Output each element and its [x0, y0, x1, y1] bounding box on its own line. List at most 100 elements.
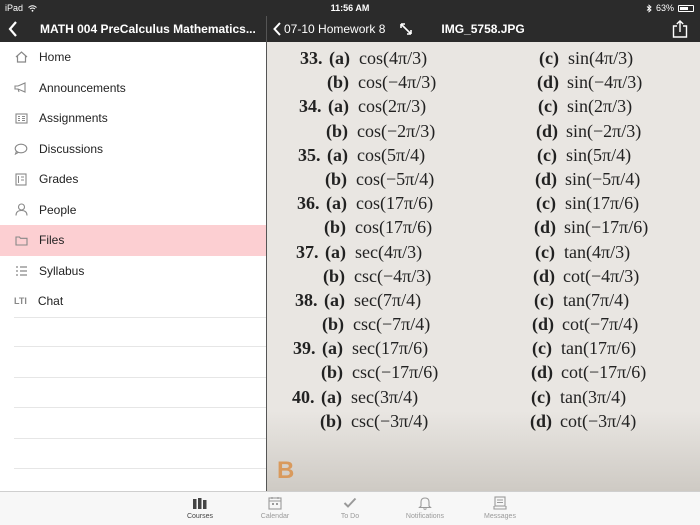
part-label: (c)	[538, 96, 558, 117]
problem-row: 35. (a) cos(5π/4) (c) sin(5π/4)	[267, 145, 700, 169]
problem-row: (b) cos(17π/6) (d) sin(−17π/6)	[267, 217, 700, 241]
problem-expression: tan(3π/4)	[560, 386, 627, 407]
file-header: 07-10 Homework 8 IMG_5758.JPG	[267, 16, 700, 42]
part-label: (b)	[325, 168, 347, 189]
folder-icon	[14, 233, 28, 247]
part-label: (b)	[323, 265, 345, 286]
folder-back-button[interactable]: 07-10 Homework 8	[273, 22, 385, 36]
part-label: (d)	[530, 410, 552, 431]
problem-expression: sin(17π/6)	[565, 193, 640, 214]
problem-expression: cos(5π/4)	[357, 144, 426, 165]
sidebar-item-discussions[interactable]: Discussions	[0, 134, 266, 165]
sidebar-item-syllabus[interactable]: Syllabus	[0, 256, 266, 287]
tab-messages[interactable]: Messages	[470, 495, 530, 520]
problem-expression: sec(3π/4)	[351, 386, 419, 407]
problem-expression: sec(17π/6)	[352, 338, 429, 359]
part-label: (c)	[537, 144, 557, 165]
part-label: (b)	[327, 72, 349, 93]
part-label: (d)	[533, 265, 555, 286]
tab-courses[interactable]: Courses	[170, 495, 230, 520]
tab-label: Notifications	[405, 513, 445, 520]
sidebar-item-home[interactable]: Home	[0, 42, 266, 73]
part-label: (d)	[537, 72, 559, 93]
tab-label: Calendar	[260, 513, 290, 520]
problem-row: (b) cos(−4π/3) (d) sin(−4π/3)	[267, 72, 700, 96]
problem-row: 37. (a) sec(4π/3) (c) tan(4π/3)	[267, 242, 700, 266]
problem-expression: sin(−5π/4)	[565, 168, 641, 189]
part-label: (b)	[324, 217, 346, 238]
sidebar-item-grades[interactable]: Grades	[0, 164, 266, 195]
part-label: (c)	[535, 241, 555, 262]
sidebar-item-label: Discussions	[39, 141, 104, 156]
problem-number: 35.	[298, 144, 321, 165]
tab-notifications[interactable]: Notifications	[395, 495, 455, 520]
problem-row: 40. (a) sec(3π/4) (c) tan(3π/4)	[267, 387, 700, 411]
sidebar-item-assignments[interactable]: Assignments	[0, 103, 266, 134]
sidebar-item-label: Announcements	[39, 80, 126, 95]
problem-expression: csc(−17π/6)	[352, 362, 439, 383]
part-label: (c)	[539, 48, 559, 68]
part-label: (d)	[531, 362, 553, 383]
problem-number: 37.	[296, 241, 319, 262]
tab-calendar[interactable]: Calendar	[245, 495, 305, 520]
problem-number: 34.	[299, 96, 322, 117]
sidebar-item-label: Files	[39, 233, 65, 248]
status-bar: iPad 11:56 AM 63%	[0, 0, 700, 16]
problem-expression: sin(−2π/3)	[566, 120, 642, 141]
problem-number: 40.	[292, 386, 315, 407]
sidebar-item-people[interactable]: People	[0, 195, 266, 226]
sidebar-item-files[interactable]: Files	[0, 225, 266, 256]
problem-row: (b) csc(−17π/6) (d) cot(−17π/6)	[267, 362, 700, 386]
problem-expression: cot(−17π/6)	[561, 362, 647, 383]
problem-expression: sin(4π/3)	[568, 48, 634, 68]
problem-expression: csc(−7π/4)	[353, 314, 431, 335]
problem-expression: sin(−17π/6)	[564, 217, 649, 238]
tab-todo[interactable]: To Do	[320, 495, 380, 520]
part-label: (c)	[531, 386, 551, 407]
problem-row: (b) cos(−2π/3) (d) sin(−2π/3)	[267, 121, 700, 145]
chevron-left-icon	[273, 22, 281, 36]
part-label: (a)	[322, 338, 343, 359]
problem-expression: cos(17π/6)	[356, 193, 434, 214]
part-label: (b)	[322, 314, 344, 335]
problem-expression: cos(−2π/3)	[357, 120, 436, 141]
file-name: IMG_5758.JPG	[441, 22, 525, 36]
problem-row: 33. (a) cos(4π/3) (c) sin(4π/3)	[267, 48, 700, 72]
sidebar-item-label: Syllabus	[39, 263, 85, 278]
problem-expression: cos(2π/3)	[358, 96, 427, 117]
problem-expression: cot(−3π/4)	[560, 410, 637, 431]
problem-row: (b) cos(−5π/4) (d) sin(−5π/4)	[267, 169, 700, 193]
part-label: (d)	[536, 120, 558, 141]
corner-mark: B	[277, 457, 295, 484]
expand-icon[interactable]	[399, 22, 413, 36]
assignment-icon	[14, 111, 28, 125]
problem-number: 39.	[293, 338, 316, 359]
tab-label: To Do	[340, 513, 360, 520]
problem-row: (b) csc(−4π/3) (d) cot(−4π/3)	[267, 266, 700, 290]
problem-number: 38.	[295, 289, 318, 310]
back-button[interactable]	[0, 16, 26, 42]
list-icon	[14, 264, 28, 278]
image-viewer[interactable]: 33. (a) cos(4π/3) (c) sin(4π/3) (b) cos(−4π/3)…	[267, 42, 700, 491]
problem-expression: tan(4π/3)	[564, 241, 631, 262]
problem-expression: cos(4π/3)	[359, 48, 428, 68]
tab-label: Courses	[186, 513, 214, 520]
sidebar-item-chat[interactable]: LTI Chat	[0, 286, 266, 317]
part-label: (a)	[324, 289, 345, 310]
person-icon	[14, 203, 28, 217]
problem-number: 33.	[300, 48, 323, 68]
course-title: MATH 004 PreCalculus Mathematics...	[40, 22, 256, 36]
clock: 11:56 AM	[330, 3, 370, 13]
bluetooth-icon	[646, 3, 652, 13]
inbox-icon	[492, 495, 508, 511]
sidebar-item-announcements[interactable]: Announcements	[0, 73, 266, 104]
problem-expression: tan(17π/6)	[561, 338, 637, 359]
part-label: (a)	[328, 96, 349, 117]
battery-icon	[678, 4, 694, 12]
sidebar-item-label: Assignments	[39, 111, 108, 126]
problem-expression: csc(−4π/3)	[354, 265, 432, 286]
gradebook-icon	[14, 172, 28, 186]
share-icon[interactable]	[672, 20, 688, 38]
sidebar-item-label: Home	[39, 50, 72, 65]
part-label: (d)	[532, 314, 554, 335]
